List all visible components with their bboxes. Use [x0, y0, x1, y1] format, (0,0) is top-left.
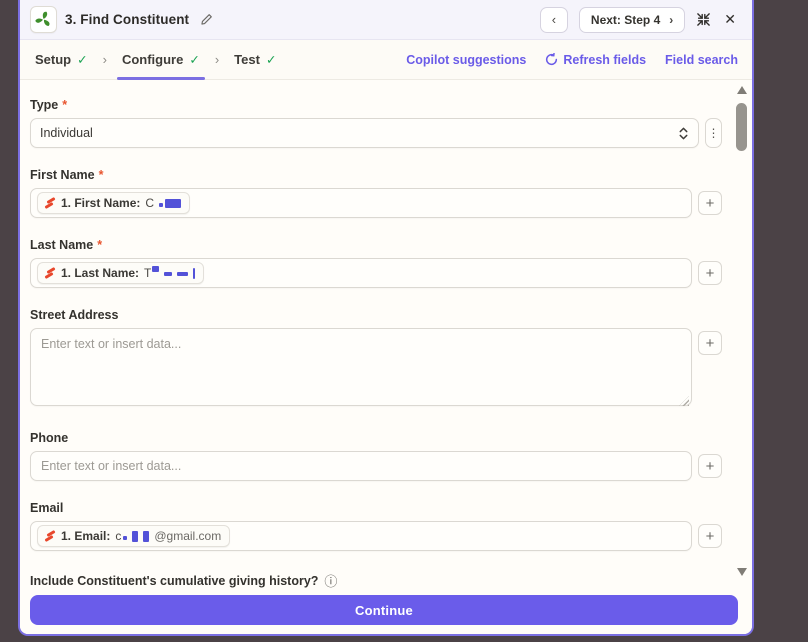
step-editor-dialog: 3. Find Constituent ‹ Next: Step 4 › ✕ S…: [18, 0, 754, 636]
tab-test[interactable]: Test ✓: [229, 40, 281, 79]
next-step-label: Next: Step 4: [590, 12, 661, 27]
dialog-header: 3. Find Constituent ‹ Next: Step 4 › ✕: [20, 0, 752, 40]
scroll-down-icon[interactable]: [737, 568, 747, 576]
street-address-textarea[interactable]: [30, 328, 692, 406]
collapse-icon[interactable]: [696, 12, 711, 27]
dialog-footer: Continue: [20, 588, 752, 634]
last-name-input[interactable]: 1. Last Name: T: [30, 258, 692, 288]
first-name-input[interactable]: 1. First Name: C: [30, 188, 692, 218]
chevron-right-icon: ›: [669, 12, 674, 27]
email-field-label: Email: [30, 501, 722, 515]
type-options-menu-button[interactable]: ⋮: [705, 118, 722, 148]
redacted-text: [143, 530, 150, 542]
tab-configure-label: Configure: [121, 52, 184, 67]
street-address-field-label: Street Address: [30, 308, 722, 322]
email-input[interactable]: 1. Email: c @gmail.com: [30, 521, 692, 551]
type-select-value: Individual: [40, 126, 93, 140]
header-controls: ‹ Next: Step 4 › ✕: [539, 6, 738, 33]
first-name-field-row: 1. First Name: C +: [30, 188, 722, 218]
pinwheel-leaf-icon: [35, 11, 50, 26]
source-app-icon: [45, 530, 55, 542]
redacted-text: [159, 203, 164, 207]
phone-label-text: Phone: [30, 431, 69, 445]
scrollbar-thumb[interactable]: [736, 103, 747, 151]
select-stepper-icon: [679, 127, 688, 139]
copilot-suggestions-link[interactable]: Copilot suggestions: [406, 53, 526, 67]
token-value: T: [144, 266, 152, 280]
email-label-text: Email: [30, 501, 64, 515]
required-asterisk: *: [62, 98, 68, 112]
token-label: 1. Last Name:: [61, 266, 140, 280]
phone-field-row: +: [30, 451, 722, 481]
mapped-field-token[interactable]: 1. Last Name: T: [37, 262, 205, 284]
token-label: 1. First Name:: [61, 196, 141, 210]
type-label-text: Type: [30, 98, 59, 112]
redacted-text: [177, 272, 189, 276]
tab-test-label: Test: [234, 52, 260, 67]
street-address-add-data-button[interactable]: +: [698, 331, 722, 355]
next-step-button[interactable]: Next: Step 4 ›: [578, 6, 686, 33]
redacted-text: [123, 536, 128, 540]
first-name-add-data-button[interactable]: +: [698, 191, 722, 215]
token-value: C: [145, 196, 155, 210]
type-select[interactable]: Individual: [30, 118, 699, 148]
phone-field-label: Phone: [30, 431, 722, 445]
email-add-data-button[interactable]: +: [698, 524, 722, 548]
required-asterisk: *: [98, 168, 104, 182]
last-name-add-data-button[interactable]: +: [698, 261, 722, 285]
tab-separator-icon: ›: [102, 52, 107, 67]
email-field-row: 1. Email: c @gmail.com +: [30, 521, 722, 551]
tab-setup-label: Setup: [35, 52, 72, 67]
refresh-fields-label: Refresh fields: [563, 52, 647, 67]
redacted-text: [164, 272, 173, 276]
phone-input[interactable]: [30, 451, 692, 481]
bloomerang-app-logo-icon: [30, 6, 57, 33]
phone-add-data-button[interactable]: +: [698, 454, 722, 478]
street-address-field-row: +: [30, 328, 722, 411]
content-scrollbar: [735, 86, 749, 576]
mapped-field-token[interactable]: 1. First Name: C: [37, 192, 191, 214]
first-name-field-label: First Name *: [30, 168, 722, 182]
required-asterisk: *: [97, 238, 103, 252]
tabbar-actions: Copilot suggestions Refresh fields Field…: [406, 53, 738, 67]
configure-form: Type * Individual ⋮ First Name * 1. Firs…: [20, 80, 752, 588]
scroll-up-icon[interactable]: [737, 86, 747, 94]
token-tail-text: @gmail.com: [154, 529, 222, 543]
last-name-field-row: 1. Last Name: T +: [30, 258, 722, 288]
prev-step-button[interactable]: ‹: [539, 6, 568, 33]
edit-title-icon[interactable]: [200, 13, 213, 26]
type-field-label: Type *: [30, 98, 722, 112]
type-field-row: Individual ⋮: [30, 118, 722, 148]
token-label: 1. Email:: [61, 529, 111, 543]
tab-separator-icon: ›: [214, 52, 220, 67]
step-title: 3. Find Constituent: [65, 12, 190, 27]
field-search-link[interactable]: Field search: [665, 53, 738, 67]
tab-configure[interactable]: Configure ✓: [116, 40, 205, 80]
street-address-textarea-wrap: [30, 328, 692, 411]
check-icon: ✓: [189, 53, 200, 67]
token-value: c: [115, 529, 122, 543]
last-name-label-text: Last Name: [30, 238, 94, 252]
close-icon[interactable]: ✕: [722, 11, 738, 28]
check-icon: ✓: [265, 53, 277, 67]
street-address-label-text: Street Address: [30, 308, 119, 322]
source-app-icon: [45, 267, 55, 279]
refresh-fields-link[interactable]: Refresh fields: [545, 53, 646, 67]
redacted-text: [152, 266, 160, 272]
continue-button[interactable]: Continue: [30, 595, 738, 625]
giving-history-field-label: Include Constituent's cumulative giving …: [30, 571, 722, 589]
giving-history-label-text: Include Constituent's cumulative giving …: [30, 573, 319, 588]
redacted-text: [165, 198, 182, 208]
first-name-label-text: First Name: [30, 168, 95, 182]
mapped-field-token[interactable]: 1. Email: c @gmail.com: [37, 525, 231, 547]
source-app-icon: [45, 197, 55, 209]
redacted-text: [132, 530, 139, 542]
info-icon: ⓘ: [324, 574, 338, 588]
refresh-icon: [546, 53, 558, 66]
check-icon: ✓: [77, 53, 88, 67]
step-tabbar: Setup ✓ › Configure ✓ › Test ✓ Copilot s…: [20, 40, 752, 80]
last-name-field-label: Last Name *: [30, 238, 722, 252]
tab-setup[interactable]: Setup ✓: [30, 40, 93, 79]
redacted-text: [193, 267, 196, 279]
